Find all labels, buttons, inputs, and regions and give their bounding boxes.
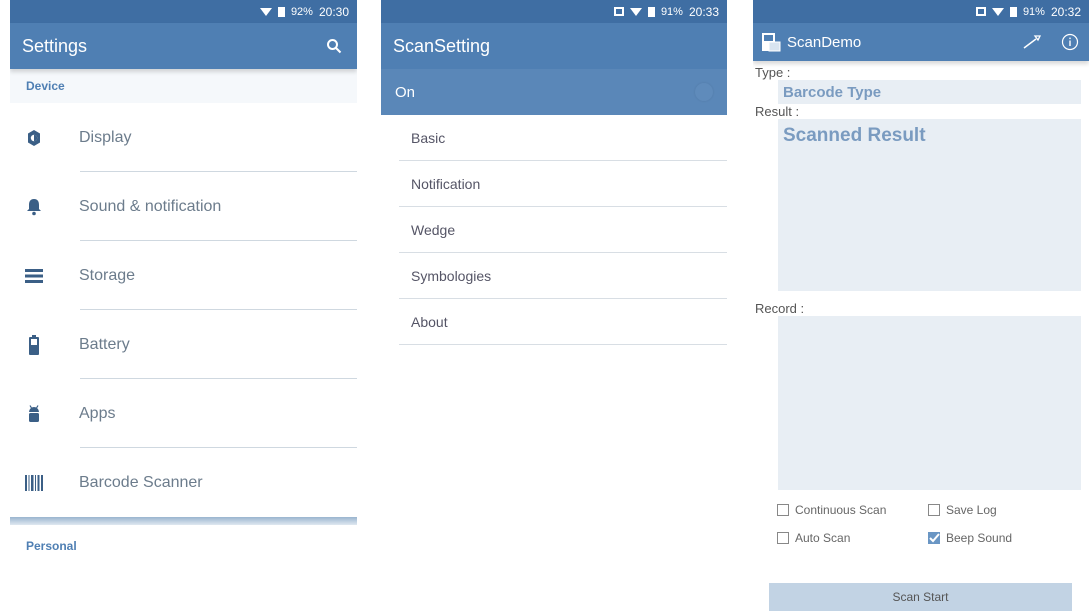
master-switch-bar[interactable]: On xyxy=(381,69,727,115)
save-log-checkbox[interactable] xyxy=(928,504,940,516)
clock: 20:30 xyxy=(318,4,349,19)
wifi-icon xyxy=(259,7,272,16)
settings-item-label: Battery xyxy=(79,335,130,353)
beep-sound-checkbox[interactable] xyxy=(928,532,940,544)
section-header-personal: Personal xyxy=(10,525,357,567)
settings-item-storage[interactable]: Storage xyxy=(10,241,357,310)
section-divider xyxy=(10,517,357,525)
beep-sound-option[interactable]: Beep Sound xyxy=(928,531,1079,545)
scanner-status-icon xyxy=(613,7,624,16)
wifi-icon xyxy=(629,7,642,16)
menu-item-about[interactable]: About xyxy=(381,299,727,345)
brightness-icon xyxy=(24,128,44,148)
settings-item-battery[interactable]: Battery xyxy=(10,310,357,379)
settings-screen: 92% 20:30 Settings Device Display Sound … xyxy=(10,0,357,611)
menu-item-label: Symbologies xyxy=(411,268,492,284)
continuous-scan-option[interactable]: Continuous Scan xyxy=(777,503,928,517)
section-header-device: Device xyxy=(10,69,357,103)
menu-item-label: Wedge xyxy=(411,222,456,238)
scandemo-screen: 91% 20:32 ScanDemo Type : Barcode Type R… xyxy=(753,0,1089,611)
battery-percent: 92% xyxy=(290,5,313,18)
storage-icon xyxy=(24,266,44,286)
status-bar: 91% 20:33 xyxy=(381,0,727,23)
menu-item-label: About xyxy=(411,314,448,330)
barcode-icon xyxy=(24,473,44,493)
type-field: Barcode Type xyxy=(778,80,1081,104)
page-title: ScanSetting xyxy=(393,35,491,56)
scansetting-screen: 91% 20:33 ScanSetting On Basic Notificat… xyxy=(381,0,727,611)
menu-item-notification[interactable]: Notification xyxy=(381,161,727,207)
bell-icon xyxy=(24,197,44,217)
scan-toggle[interactable] xyxy=(695,83,713,101)
status-bar: 92% 20:30 xyxy=(10,0,357,23)
battery-status-icon xyxy=(277,6,285,17)
settings-item-barcode-scanner[interactable]: Barcode Scanner xyxy=(10,448,357,517)
menu-item-wedge[interactable]: Wedge xyxy=(381,207,727,253)
record-field[interactable] xyxy=(778,316,1081,490)
clock: 20:33 xyxy=(688,4,719,19)
continuous-scan-checkbox[interactable] xyxy=(777,504,789,516)
settings-item-apps[interactable]: Apps xyxy=(10,379,357,448)
settings-item-sound[interactable]: Sound & notification xyxy=(10,172,357,241)
settings-item-label: Storage xyxy=(79,266,136,284)
search-icon[interactable] xyxy=(323,35,345,57)
result-field: Scanned Result xyxy=(778,119,1081,291)
save-log-option[interactable]: Save Log xyxy=(928,503,1079,517)
record-label: Record : xyxy=(755,301,805,316)
app-bar: Settings xyxy=(10,23,357,69)
settings-item-label: Display xyxy=(79,128,132,146)
page-title: Settings xyxy=(22,35,88,56)
scan-start-button[interactable]: Scan Start xyxy=(769,583,1072,611)
app-bar: ScanDemo xyxy=(753,23,1089,61)
wrench-icon[interactable] xyxy=(1021,31,1043,53)
page-title: ScanDemo xyxy=(787,33,862,51)
result-label: Result : xyxy=(755,104,800,119)
menu-item-symbologies[interactable]: Symbologies xyxy=(381,253,727,299)
menu-item-basic[interactable]: Basic xyxy=(381,115,727,161)
info-icon[interactable] xyxy=(1059,31,1081,53)
app-bar: ScanSetting xyxy=(381,23,727,69)
battery-percent: 91% xyxy=(660,5,683,18)
auto-scan-checkbox[interactable] xyxy=(777,532,789,544)
android-icon xyxy=(24,404,44,424)
clock: 20:32 xyxy=(1050,4,1081,19)
battery-icon xyxy=(24,334,44,355)
option-label: Auto Scan xyxy=(795,531,851,545)
type-label: Type : xyxy=(755,65,791,80)
menu-item-label: Notification xyxy=(411,176,481,192)
settings-item-label: Sound & notification xyxy=(79,197,222,215)
option-label: Save Log xyxy=(946,503,997,517)
auto-scan-option[interactable]: Auto Scan xyxy=(777,531,928,545)
option-label: Continuous Scan xyxy=(795,503,887,517)
status-bar: 91% 20:32 xyxy=(753,0,1089,23)
wifi-icon xyxy=(991,7,1004,16)
battery-status-icon xyxy=(647,6,655,17)
menu-item-label: Basic xyxy=(411,130,446,146)
settings-item-label: Apps xyxy=(79,404,116,422)
option-label: Beep Sound xyxy=(946,531,1013,545)
settings-item-label: Barcode Scanner xyxy=(79,473,203,491)
scanner-status-icon xyxy=(975,7,986,16)
switch-label: On xyxy=(395,83,416,101)
app-icon xyxy=(761,32,781,52)
battery-status-icon xyxy=(1009,6,1017,17)
settings-item-display[interactable]: Display xyxy=(10,103,357,172)
battery-percent: 91% xyxy=(1022,5,1045,18)
